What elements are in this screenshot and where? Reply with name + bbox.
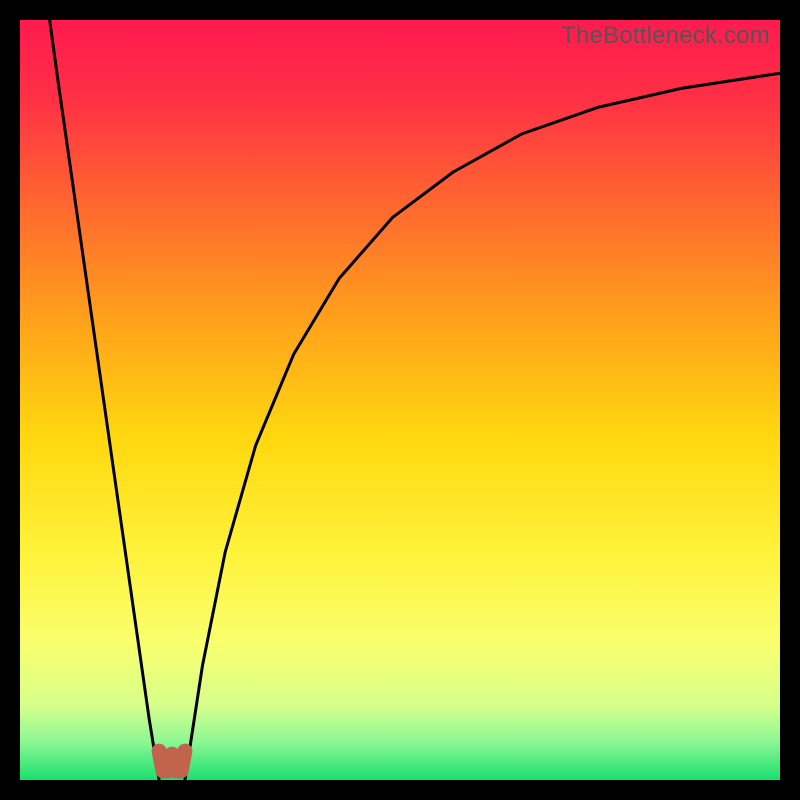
- chart-curves: [20, 20, 780, 780]
- series-left-branch: [50, 20, 159, 780]
- chart-frame: TheBottleneck.com: [0, 0, 800, 800]
- series-bottom-lobe: [159, 751, 185, 771]
- series-right-branch: [185, 73, 780, 780]
- watermark-text: TheBottleneck.com: [561, 22, 770, 50]
- plot-area: TheBottleneck.com: [20, 20, 780, 780]
